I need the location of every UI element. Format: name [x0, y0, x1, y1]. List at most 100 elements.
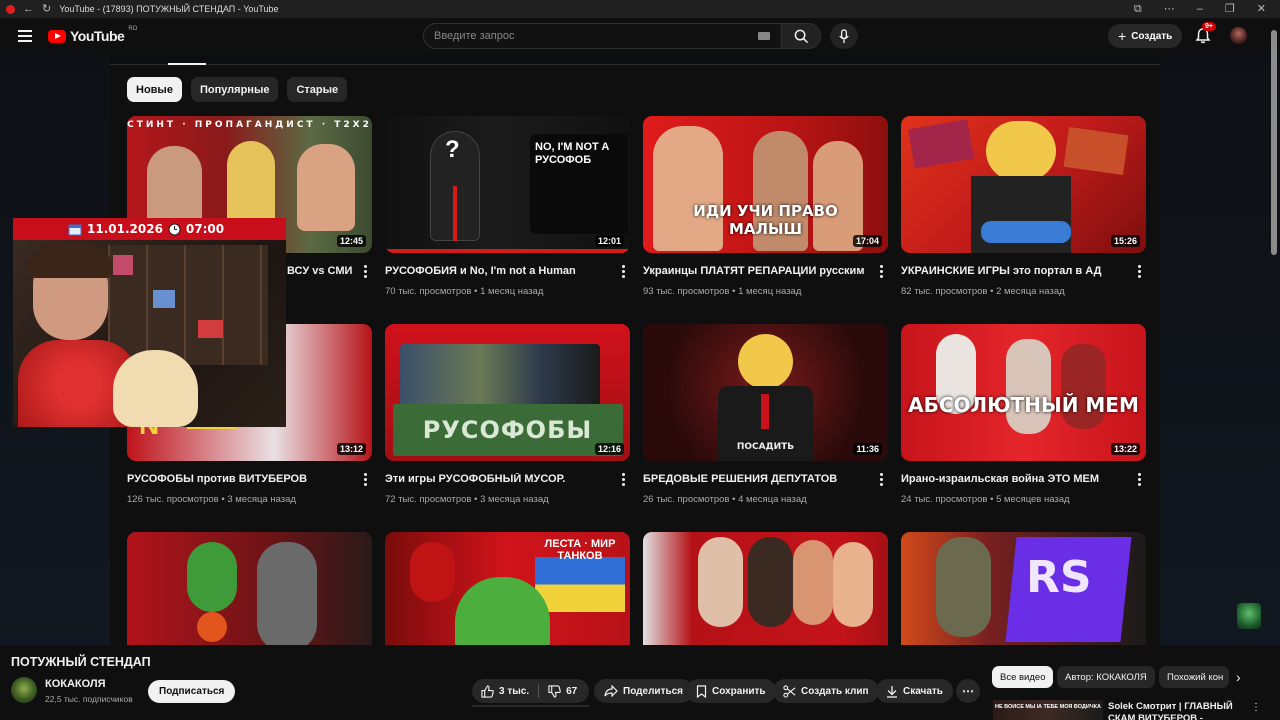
video-title[interactable]: БРЕДОВЫЕ РЕШЕНИЯ ДЕПУТАТОВ [643, 473, 868, 485]
channel-avatar[interactable] [11, 677, 37, 703]
video-meta: 26 тыс. просмотров • 4 месяца назад [643, 494, 807, 505]
video-options-icon[interactable] [622, 265, 626, 278]
video-card[interactable]: РУСОФОБЫ 12:16 Эти игры РУСОФОБНЫЙ МУСОР… [385, 324, 630, 505]
keyboard-icon[interactable] [758, 32, 770, 40]
video-title[interactable]: Украинцы ПЛАТЯТ РЕПАРАЦИИ русским [643, 265, 868, 277]
video-thumbnail[interactable]: ЛЕСТА · МИР ТАНКОВ [385, 532, 630, 645]
webcam-feed [13, 240, 286, 427]
related-chip-similar[interactable]: Похожий кон [1159, 666, 1229, 688]
webcam-overlay: 11.01.2026 07:00 [13, 218, 286, 427]
video-thumbnail[interactable]: RS [901, 532, 1146, 645]
scrollbar-thumb[interactable] [1271, 30, 1277, 255]
video-card[interactable]: RS [901, 532, 1146, 645]
video-card[interactable]: АБСОЛЮТНЫЙ МЕМ 13:22 Ирано-израильская в… [901, 324, 1146, 505]
channel-subscribers: 22,5 тыс. подписчиков [45, 694, 133, 704]
like-dislike-group: 3 тыс. 67 [472, 679, 589, 703]
notifications-badge: 9+ [1202, 22, 1216, 31]
video-title[interactable]: Ирано-израильская война ЭТО МЕМ [901, 473, 1126, 485]
thumbs-down-icon [548, 684, 561, 698]
video-title[interactable]: РУСОФОБИЯ и No, I'm not a Human [385, 265, 610, 277]
related-chip-all[interactable]: Все видео [992, 666, 1054, 688]
video-meta: 93 тыс. просмотров • 1 месяц назад [643, 286, 802, 297]
video-meta: 82 тыс. просмотров • 2 месяца назад [901, 286, 1065, 297]
video-options-icon[interactable] [880, 265, 884, 278]
video-options-icon[interactable] [622, 473, 626, 486]
stream-time: 07:00 [185, 222, 225, 236]
voice-search-button[interactable] [830, 23, 858, 49]
related-video-options-icon[interactable]: ⋮ [1251, 702, 1261, 713]
microphone-icon [839, 28, 849, 43]
related-chip-author[interactable]: Автор: КОКАКОЛЯ [1057, 666, 1155, 688]
video-thumbnail[interactable]: ? NO, I'M NOT A РУСОФОБ 12:01 [385, 116, 630, 253]
youtube-logo[interactable]: YouTube RO [48, 26, 137, 44]
chip-new[interactable]: Новые [127, 77, 182, 102]
video-card[interactable]: ПОСАДИТЬ 11:36 БРЕДОВЫЕ РЕШЕНИЯ ДЕПУТАТО… [643, 324, 888, 505]
menu-dots-icon[interactable]: ⋯ [1164, 3, 1175, 15]
minimize-icon[interactable]: – [1197, 3, 1203, 15]
video-options-icon[interactable] [364, 473, 368, 486]
chip-old[interactable]: Старые [287, 77, 348, 102]
video-duration: 15:26 [1110, 235, 1140, 247]
video-options-icon[interactable] [880, 473, 884, 486]
download-icon [887, 685, 897, 698]
video-duration: 17:04 [852, 235, 882, 247]
related-video-thumbnail[interactable]: НЕ ВОЙСЕ МЫ БЕЛЫЕ СТАЛКЕР... А ТЕБЕ МОЯ … [993, 700, 1103, 720]
video-duration: 12:45 [336, 235, 366, 247]
video-title[interactable]: Эти игры РУСОФОБНЫЙ МУСОР. [385, 473, 610, 485]
video-card[interactable] [643, 532, 888, 645]
reload-icon[interactable]: ↻ [42, 3, 51, 15]
extensions-icon[interactable]: ⧉ [1134, 3, 1142, 15]
video-card[interactable]: ЛЕСТА · МИР ТАНКОВ [385, 532, 630, 645]
video-thumbnail[interactable]: РУСОФОБЫ 12:16 [385, 324, 630, 461]
browser-favicon-icon [6, 4, 15, 14]
channel-name[interactable]: КОКАКОЛЯ [45, 678, 106, 690]
floating-avatar [1237, 603, 1261, 629]
like-button[interactable]: 3 тыс. [472, 679, 538, 703]
video-meta: 24 тыс. просмотров • 5 месяцев назад [901, 494, 1070, 505]
youtube-play-icon [48, 29, 66, 43]
video-card[interactable]: ? NO, I'M NOT A РУСОФОБ 12:01 РУСОФОБИЯ … [385, 116, 630, 297]
chip-popular[interactable]: Популярные [190, 77, 279, 102]
page-scrollbar[interactable] [1270, 18, 1278, 645]
video-title[interactable]: РУСОФОБЫ против ВИТУБЕРОВ [127, 473, 352, 485]
close-icon[interactable]: ✕ [1257, 3, 1266, 15]
video-duration: 12:16 [594, 443, 624, 455]
stream-date: 11.01.2026 [87, 222, 163, 236]
create-button[interactable]: + Создать [1108, 24, 1183, 48]
account-avatar[interactable] [1230, 27, 1247, 44]
search-input[interactable] [434, 30, 758, 42]
video-options-icon[interactable] [1138, 265, 1142, 278]
save-button[interactable]: Сохранить [686, 679, 776, 703]
video-card[interactable]: ИДИ УЧИ ПРАВО МАЛЫШ 17:04 Украинцы ПЛАТЯ… [643, 116, 888, 297]
video-thumbnail[interactable]: АБСОЛЮТНЫЙ МЕМ 13:22 [901, 324, 1146, 461]
back-arrow-icon[interactable]: ← [23, 3, 34, 15]
video-card[interactable] [127, 532, 372, 645]
video-duration: 12:01 [594, 235, 624, 247]
create-clip-button[interactable]: Создать клип [773, 679, 879, 703]
video-card[interactable]: 15:26 УКРАИНСКИЕ ИГРЫ это портал в АД 82… [901, 116, 1146, 297]
video-thumbnail[interactable]: ПОСАДИТЬ 11:36 [643, 324, 888, 461]
dislike-button[interactable]: 67 [539, 679, 586, 703]
search-button[interactable] [781, 23, 821, 49]
hamburger-menu-icon[interactable] [18, 30, 32, 42]
subscribe-button[interactable]: Подписаться [148, 680, 236, 703]
video-thumbnail[interactable]: 15:26 [901, 116, 1146, 253]
restore-icon[interactable]: ❐ [1225, 3, 1235, 15]
video-options-icon[interactable] [364, 265, 368, 278]
chevron-right-icon[interactable]: › [1236, 669, 1241, 685]
video-title[interactable]: УКРАИНСКИЕ ИГРЫ это портал в АД [901, 265, 1126, 277]
window-title: YouTube - (17893) ПОТУЖНЫЙ СТЕНДАП - You… [59, 4, 279, 14]
video-options-icon[interactable] [1138, 473, 1142, 486]
more-actions-icon[interactable]: ⋯ [956, 679, 980, 703]
share-button[interactable]: Поделиться [594, 679, 694, 703]
related-video-title[interactable]: Solek Смотрит | ГЛАВНЫЙ СКАМ ВИТУБЕРОВ - [1108, 701, 1238, 720]
window-titlebar: ← ↻ YouTube - (17893) ПОТУЖНЫЙ СТЕНДАП -… [0, 0, 1280, 18]
video-player[interactable]: YouTube RO + Создать 9+ Новые Популярные… [0, 18, 1280, 645]
video-thumbnail[interactable] [127, 532, 372, 645]
video-thumbnail[interactable]: ИДИ УЧИ ПРАВО МАЛЫШ 17:04 [643, 116, 888, 253]
video-thumbnail[interactable] [643, 532, 888, 645]
download-button[interactable]: Скачать [876, 679, 953, 703]
share-icon [604, 685, 618, 697]
video-meta: 72 тыс. просмотров • 3 месяца назад [385, 494, 549, 505]
search-box[interactable] [423, 23, 783, 49]
